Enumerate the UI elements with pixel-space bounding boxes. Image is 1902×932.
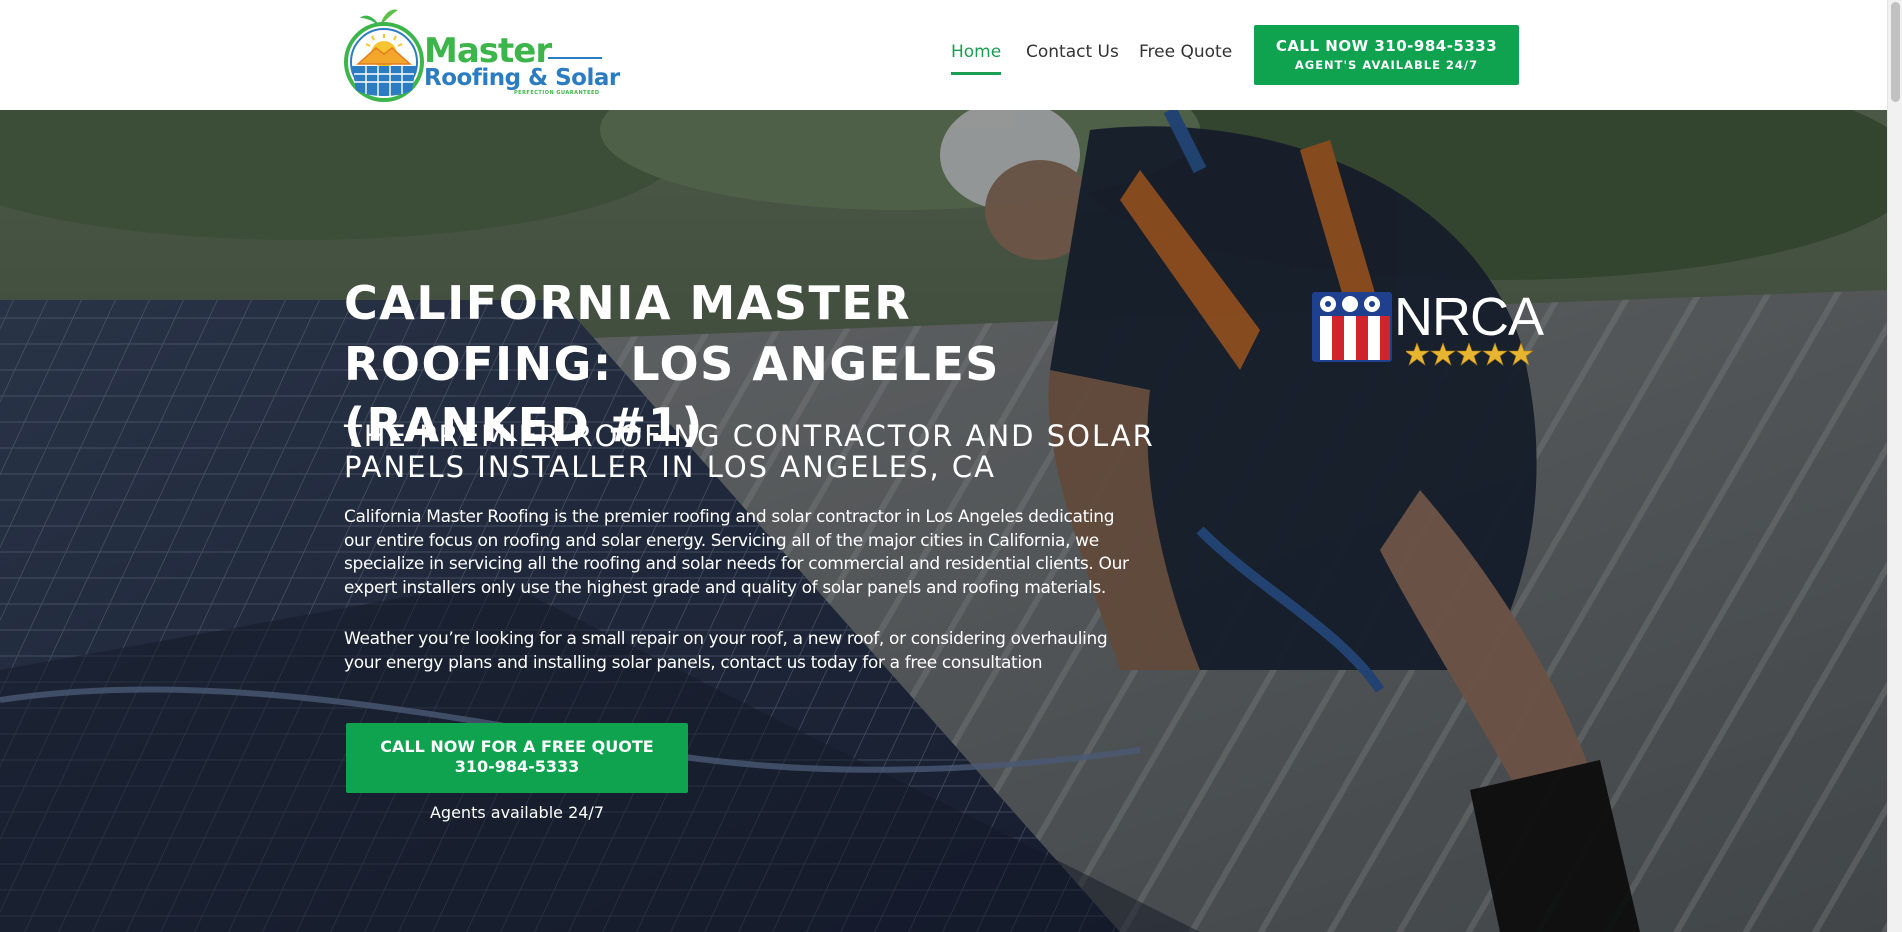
call-now-button[interactable]: CALL NOW 310-984-5333 AGENT'S AVAILABLE … <box>1254 25 1519 85</box>
star-rating <box>1406 342 1534 366</box>
call-now-label: CALL NOW 310-984-5333 <box>1275 37 1498 55</box>
free-quote-label: CALL NOW FOR A FREE QUOTE <box>380 737 654 756</box>
nav-home[interactable]: Home <box>951 42 1001 62</box>
hero-consultation-paragraph: Weather you’re looking for a small repai… <box>344 629 1108 673</box>
nrca-text: NRCA <box>1394 287 1544 347</box>
logo-line-roofing-solar: Roofing & Solar <box>424 65 620 91</box>
star-icon <box>1456 342 1482 366</box>
logo-rule <box>548 57 602 59</box>
page: Master Roofing & Solar PERFECTION GUARAN… <box>0 0 1902 932</box>
solar-panel-icon <box>352 66 416 96</box>
free-quote-call-button[interactable]: CALL NOW FOR A FREE QUOTE 310-984-5333 <box>346 723 688 793</box>
nav-contact-us[interactable]: Contact Us <box>1026 42 1119 62</box>
agents-available-note: Agents available 24/7 <box>429 803 604 822</box>
hero-subtitle: THE PREMIER ROOFING CONTRACTOR AND SOLAR… <box>344 419 1155 484</box>
star-icon <box>1430 342 1456 366</box>
scrollbar-thumb[interactable] <box>1891 2 1900 102</box>
nav-free-quote[interactable]: Free Quote <box>1139 42 1232 62</box>
star-icon <box>1508 342 1534 366</box>
star-icon <box>1406 342 1430 366</box>
star-icon <box>1482 342 1508 366</box>
hero-section: CALIFORNIA MASTER ROOFING: LOS ANGELES (… <box>0 110 1887 932</box>
nav-active-underline <box>951 72 1001 75</box>
site-logo[interactable]: Master Roofing & Solar PERFECTION GUARAN… <box>342 4 620 106</box>
agents-available-label: AGENT'S AVAILABLE 24/7 <box>1294 58 1479 72</box>
logo-wordmark: Master Roofing & Solar PERFECTION GUARAN… <box>424 34 620 96</box>
hero-intro-paragraph: California Master Roofing is the premier… <box>344 507 1129 598</box>
site-header: Master Roofing & Solar PERFECTION GUARAN… <box>0 0 1887 110</box>
logo-tagline: PERFECTION GUARANTEED <box>514 90 600 96</box>
free-quote-phone: 310-984-5333 <box>454 757 580 776</box>
page-scrollbar[interactable] <box>1887 0 1902 932</box>
logo-line-master: Master <box>424 31 552 71</box>
nrca-badge: NRCA <box>1310 287 1544 368</box>
